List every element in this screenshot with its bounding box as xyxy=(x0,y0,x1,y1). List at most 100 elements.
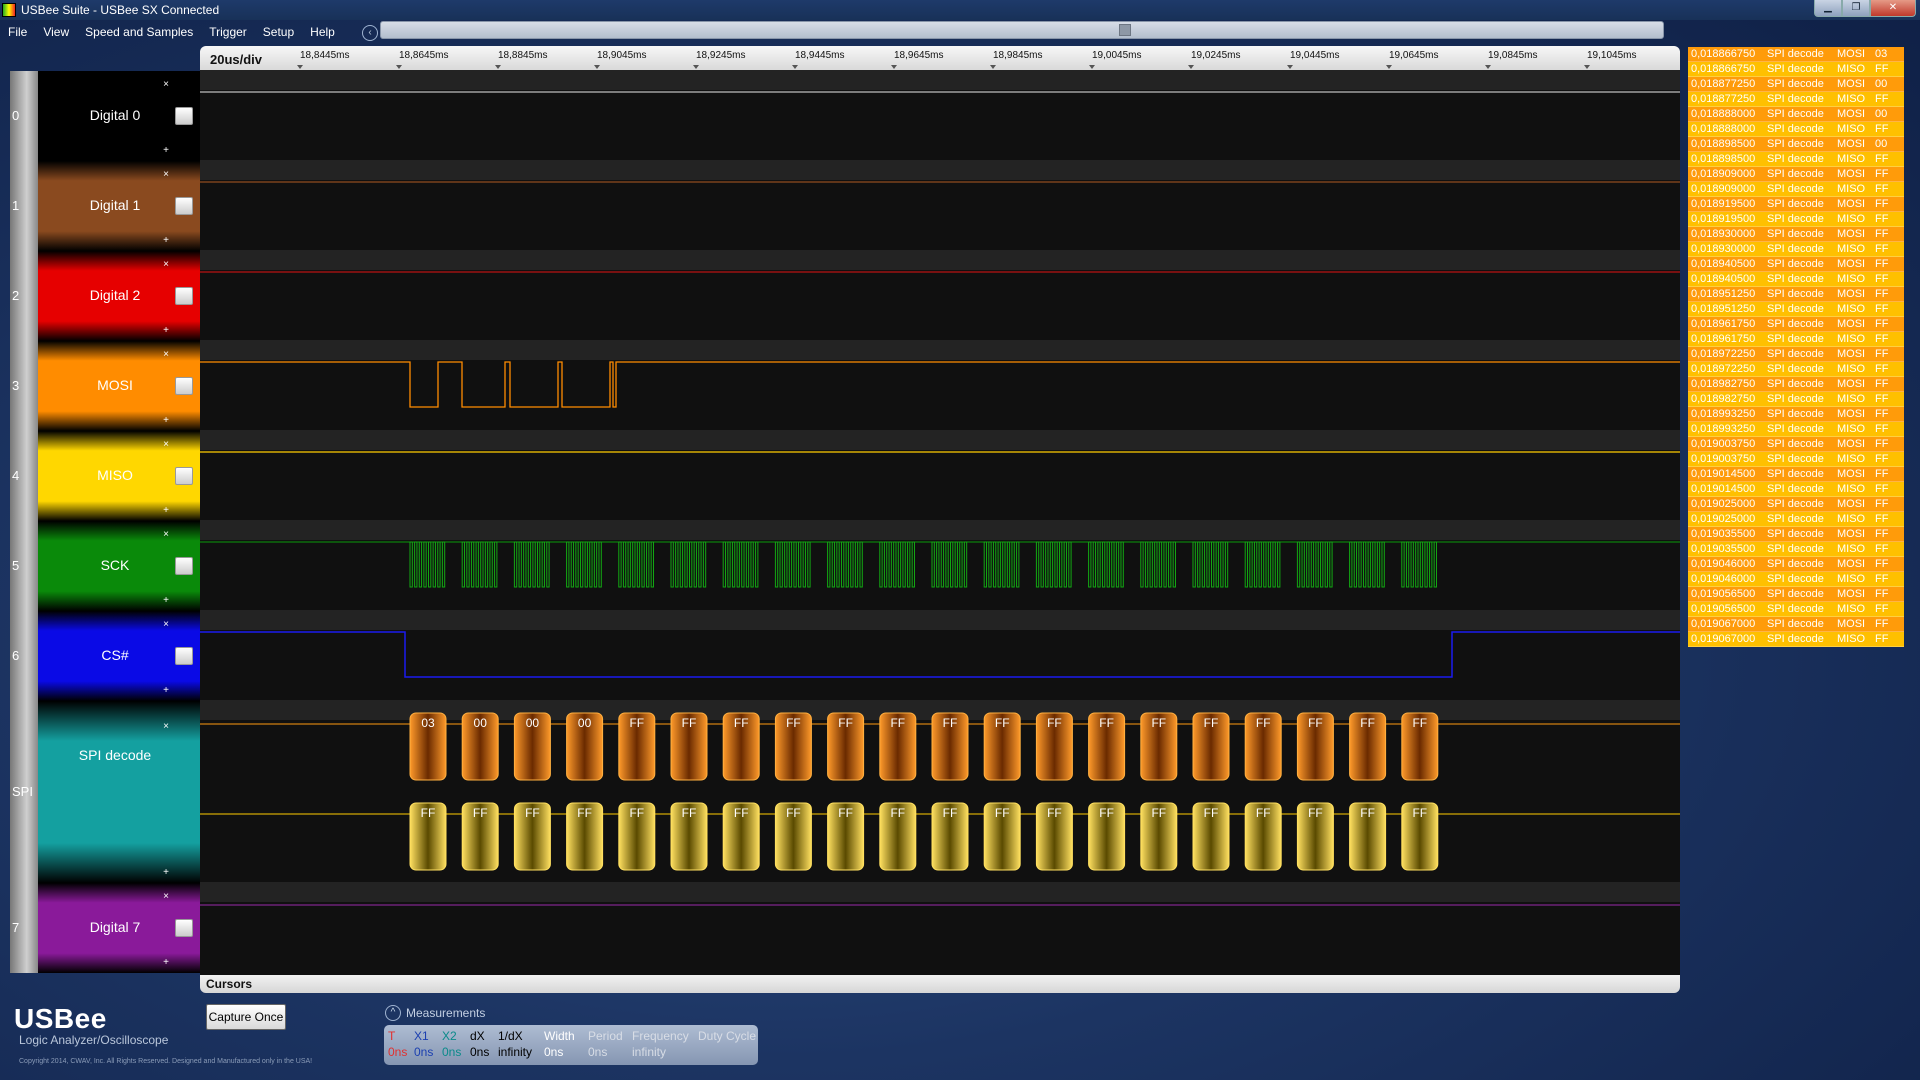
channel-expand-icon[interactable]: + xyxy=(160,415,172,426)
decode-row[interactable]: 0,018961750 SPI decode MOSI FF xyxy=(1688,317,1904,332)
minimize-button[interactable]: ▁ xyxy=(1814,0,1842,17)
channel-close-icon[interactable]: × xyxy=(160,349,172,360)
decode-row[interactable]: 0,018888000 SPI decode MISO FF xyxy=(1688,122,1904,137)
channel-sck[interactable]: 5 × SCK + xyxy=(10,521,200,611)
decode-row[interactable]: 0,019046000 SPI decode MISO FF xyxy=(1688,572,1904,587)
channel-close-icon[interactable]: × xyxy=(160,619,172,630)
decode-row[interactable]: 0,018898500 SPI decode MISO FF xyxy=(1688,152,1904,167)
decode-row[interactable]: 0,019003750 SPI decode MISO FF xyxy=(1688,452,1904,467)
decode-row[interactable]: 0,018940500 SPI decode MISO FF xyxy=(1688,272,1904,287)
channel-digital-1[interactable]: 1 × Digital 1 + xyxy=(10,161,200,251)
channel-checkbox[interactable] xyxy=(175,107,193,125)
channel-checkbox[interactable] xyxy=(175,647,193,665)
channel-name[interactable]: Digital 7 xyxy=(40,919,190,935)
channel-close-icon[interactable]: × xyxy=(160,259,172,270)
decode-row[interactable]: 0,019046000 SPI decode MOSI FF xyxy=(1688,557,1904,572)
channel-checkbox[interactable] xyxy=(175,197,193,215)
menu-help[interactable]: Help xyxy=(302,22,343,42)
channel-digital-2[interactable]: 2 × Digital 2 + xyxy=(10,251,200,341)
decode-row[interactable]: 0,018898500 SPI decode MOSI 00 xyxy=(1688,137,1904,152)
time-per-division[interactable]: 20us/div xyxy=(210,52,262,67)
channel-checkbox[interactable] xyxy=(175,919,193,937)
decode-row[interactable]: 0,018993250 SPI decode MOSI FF xyxy=(1688,407,1904,422)
waveform-canvas[interactable]: 03 00 00 00 FF FF FF FF FF FF FF FF FF FF FF FF FF FF FF FF… xyxy=(200,70,1680,975)
channel-expand-icon[interactable]: + xyxy=(160,325,172,336)
menu-file[interactable]: File xyxy=(0,22,35,42)
decode-row[interactable]: 0,018993250 SPI decode MISO FF xyxy=(1688,422,1904,437)
decode-row[interactable]: 0,019035500 SPI decode MISO FF xyxy=(1688,542,1904,557)
decode-row[interactable]: 0,018972250 SPI decode MOSI FF xyxy=(1688,347,1904,362)
channel-name[interactable]: MOSI xyxy=(40,377,190,393)
decode-row[interactable]: 0,018982750 SPI decode MISO FF xyxy=(1688,392,1904,407)
channel-name[interactable]: Digital 2 xyxy=(40,287,190,303)
channel-name[interactable]: SPI decode xyxy=(40,747,190,763)
channel-checkbox[interactable] xyxy=(175,467,193,485)
decode-row[interactable]: 0,019003750 SPI decode MOSI FF xyxy=(1688,437,1904,452)
decode-row[interactable]: 0,018919500 SPI decode MISO FF xyxy=(1688,212,1904,227)
scrollbar-thumb[interactable] xyxy=(1119,24,1131,36)
channel-expand-icon[interactable]: + xyxy=(160,685,172,696)
channel-expand-icon[interactable]: + xyxy=(160,505,172,516)
channel-name[interactable]: Digital 1 xyxy=(40,197,190,213)
decode-row[interactable]: 0,018888000 SPI decode MOSI 00 xyxy=(1688,107,1904,122)
channel-checkbox[interactable] xyxy=(175,287,193,305)
channel-expand-icon[interactable]: + xyxy=(160,145,172,156)
channel-mosi[interactable]: 3 × MOSI + xyxy=(10,341,200,431)
decode-row[interactable]: 0,018930000 SPI decode MISO FF xyxy=(1688,242,1904,257)
decode-row[interactable]: 0,019067000 SPI decode MISO FF xyxy=(1688,632,1904,647)
close-button[interactable]: ✕ xyxy=(1870,0,1916,17)
decode-row[interactable]: 0,018940500 SPI decode MOSI FF xyxy=(1688,257,1904,272)
channel-spi-decode[interactable]: SPI × SPI decode + xyxy=(10,701,200,883)
decode-row[interactable]: 0,018866750 SPI decode MOSI 03 xyxy=(1688,47,1904,62)
decode-row[interactable]: 0,018972250 SPI decode MISO FF xyxy=(1688,362,1904,377)
decode-list[interactable]: 0,018866750 SPI decode MOSI 03 0,018866750 SP… xyxy=(1688,47,1904,647)
channel-expand-icon[interactable]: + xyxy=(160,957,172,968)
channel-miso[interactable]: 4 × MISO + xyxy=(10,431,200,521)
decode-row[interactable]: 0,019056500 SPI decode MOSI FF xyxy=(1688,587,1904,602)
channel-close-icon[interactable]: × xyxy=(160,891,172,902)
capture-once-button[interactable]: Capture Once xyxy=(206,1004,286,1030)
channel-close-icon[interactable]: × xyxy=(160,169,172,180)
channel-name[interactable]: MISO xyxy=(40,467,190,483)
decode-row[interactable]: 0,018866750 SPI decode MISO FF xyxy=(1688,62,1904,77)
decode-row[interactable]: 0,019014500 SPI decode MISO FF xyxy=(1688,482,1904,497)
channel-digital-7[interactable]: 7 × Digital 7 + xyxy=(10,883,200,973)
channel-expand-icon[interactable]: + xyxy=(160,595,172,606)
channel-checkbox[interactable] xyxy=(175,557,193,575)
measurements-toggle-icon[interactable]: ^ xyxy=(385,1005,401,1021)
channel-name[interactable]: SCK xyxy=(40,557,190,573)
decode-row[interactable]: 0,019056500 SPI decode MISO FF xyxy=(1688,602,1904,617)
channel-expand-icon[interactable]: + xyxy=(160,235,172,246)
channel-name[interactable]: Digital 0 xyxy=(40,107,190,123)
channel-name[interactable]: CS# xyxy=(40,647,190,663)
decode-row[interactable]: 0,018961750 SPI decode MISO FF xyxy=(1688,332,1904,347)
decode-row[interactable]: 0,018909000 SPI decode MOSI FF xyxy=(1688,167,1904,182)
channel-close-icon[interactable]: × xyxy=(160,79,172,90)
decode-row[interactable]: 0,018877250 SPI decode MISO FF xyxy=(1688,92,1904,107)
scroll-left-icon[interactable]: ‹ xyxy=(362,25,378,41)
time-scrollbar[interactable] xyxy=(380,21,1664,39)
decode-row[interactable]: 0,018909000 SPI decode MISO FF xyxy=(1688,182,1904,197)
channel-cs-[interactable]: 6 × CS# + xyxy=(10,611,200,701)
cursors-bar[interactable]: Cursors xyxy=(200,975,1680,993)
decode-row[interactable]: 0,019025000 SPI decode MISO FF xyxy=(1688,512,1904,527)
decode-row[interactable]: 0,018982750 SPI decode MOSI FF xyxy=(1688,377,1904,392)
channel-digital-0[interactable]: 0 × Digital 0 + xyxy=(10,71,200,161)
decode-row[interactable]: 0,018951250 SPI decode MISO FF xyxy=(1688,302,1904,317)
menu-setup[interactable]: Setup xyxy=(255,22,302,42)
menu-trigger[interactable]: Trigger xyxy=(201,22,255,42)
decode-row[interactable]: 0,018930000 SPI decode MOSI FF xyxy=(1688,227,1904,242)
waveform-area[interactable]: 03 00 00 00 FF FF FF FF FF FF FF FF FF FF FF FF FF FF FF FF… xyxy=(200,70,1680,975)
decode-row[interactable]: 0,019014500 SPI decode MOSI FF xyxy=(1688,467,1904,482)
menu-speed-and-samples[interactable]: Speed and Samples xyxy=(77,22,201,42)
channel-checkbox[interactable] xyxy=(175,377,193,395)
channel-expand-icon[interactable]: + xyxy=(160,867,172,878)
decode-row[interactable]: 0,019035500 SPI decode MOSI FF xyxy=(1688,527,1904,542)
decode-row[interactable]: 0,019067000 SPI decode MOSI FF xyxy=(1688,617,1904,632)
maximize-button[interactable]: ❐ xyxy=(1842,0,1870,17)
menu-view[interactable]: View xyxy=(35,22,77,42)
decode-row[interactable]: 0,018951250 SPI decode MOSI FF xyxy=(1688,287,1904,302)
channel-close-icon[interactable]: × xyxy=(160,439,172,450)
channel-close-icon[interactable]: × xyxy=(160,529,172,540)
channel-close-icon[interactable]: × xyxy=(160,721,172,732)
